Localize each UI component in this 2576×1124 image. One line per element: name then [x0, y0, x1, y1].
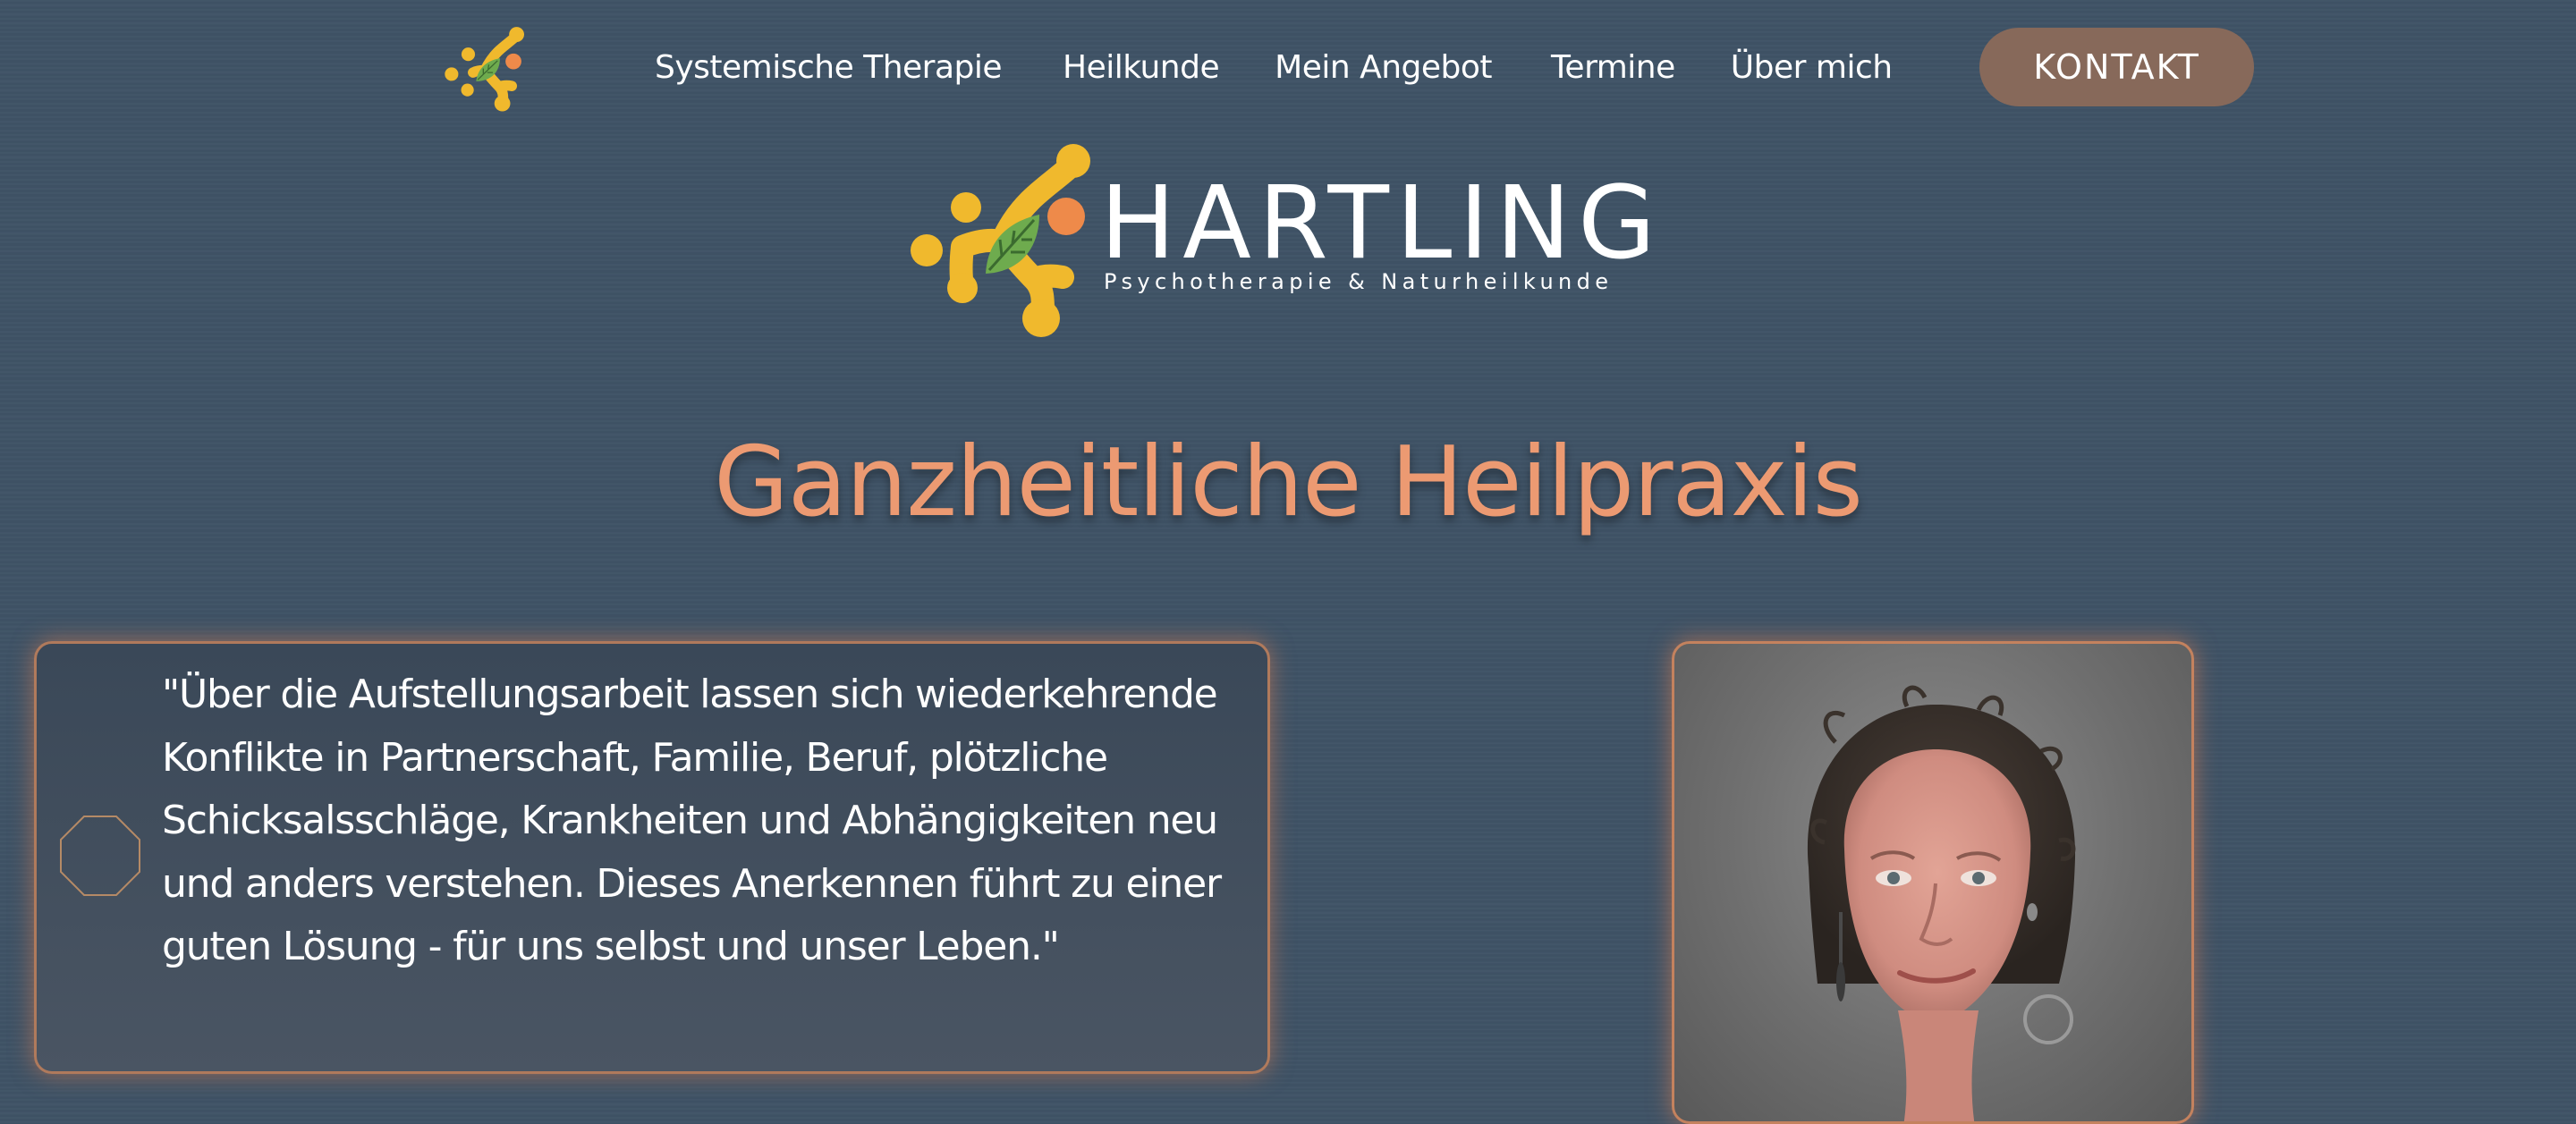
- page: Systemische Therapie Heilkunde Mein Ange…: [0, 0, 2576, 1124]
- contact-button[interactable]: KONTAKT: [1979, 28, 2254, 106]
- brand-name: HARTLING: [1100, 165, 1663, 282]
- main-menu: Systemische Therapie Heilkunde Mein Ange…: [626, 28, 1893, 106]
- portrait-photo: [1672, 641, 2194, 1124]
- nav-link-termine[interactable]: Termine: [1551, 49, 1675, 86]
- nav-link-ueber-mich[interactable]: Über mich: [1731, 49, 1893, 86]
- octagon-icon: [58, 814, 142, 898]
- nav-link-systemische-therapie[interactable]: Systemische Therapie: [655, 49, 1003, 86]
- nav-logo-icon[interactable]: [444, 25, 528, 114]
- nav-link-mein-angebot[interactable]: Mein Angebot: [1275, 49, 1492, 86]
- brand-logo[interactable]: HARTLING Psychotherapie & Naturheilkunde: [909, 141, 1678, 340]
- quote-card: "Über die Aufstellungsarbeit lassen sich…: [34, 641, 1270, 1074]
- top-navigation: Systemische Therapie Heilkunde Mein Ange…: [0, 0, 2576, 134]
- page-headline: Ganzheitliche Heilpraxis: [714, 427, 1863, 538]
- leaf-molecule-logo-icon: [909, 141, 1098, 340]
- brand-tagline: Psychotherapie & Naturheilkunde: [1104, 269, 1614, 294]
- quote-text: "Über die Aufstellungsarbeit lassen sich…: [162, 672, 1222, 969]
- nav-link-heilkunde[interactable]: Heilkunde: [1063, 49, 1220, 86]
